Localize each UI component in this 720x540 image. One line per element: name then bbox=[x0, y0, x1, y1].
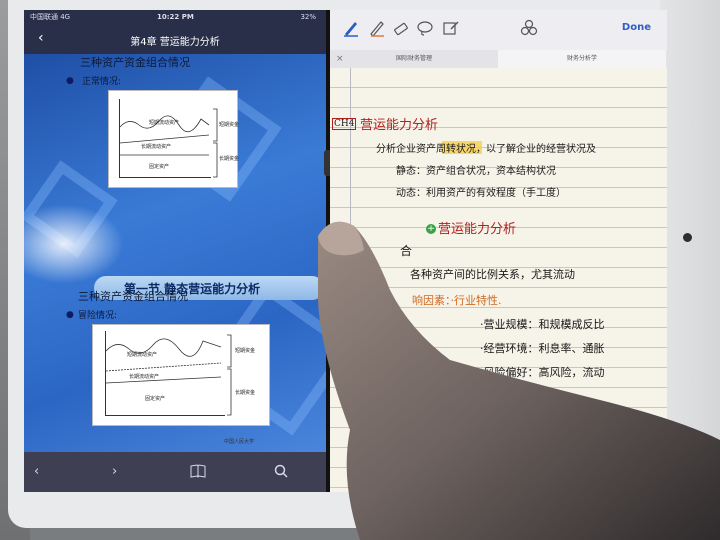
chapter-tag: CH4 bbox=[332, 118, 357, 130]
notes-toolbar: Done bbox=[330, 10, 667, 50]
note-line: 分析企业资产周转状况，以了解企业的经营状况及 bbox=[376, 144, 596, 155]
note-line: 静态：资产组合状况，资本结构状况 bbox=[396, 166, 556, 177]
search-icon[interactable] bbox=[274, 464, 288, 482]
front-camera bbox=[683, 233, 692, 242]
lasso-icon[interactable] bbox=[416, 19, 434, 37]
bullet-icon: ● bbox=[66, 76, 74, 86]
eraser-icon[interactable] bbox=[392, 19, 410, 37]
page-margin-line bbox=[350, 68, 351, 492]
battery-label: 32% bbox=[300, 13, 316, 21]
pdf-bottom-toolbar: ‹ › bbox=[24, 452, 326, 492]
note-line: ·营业规模：和规模成反比 bbox=[480, 318, 605, 331]
chart-label: 固定资产 bbox=[149, 164, 170, 170]
chart-label: 固定资产 bbox=[145, 396, 166, 402]
slide-bullet-label: 冒险情况: bbox=[78, 311, 118, 321]
pen-icon[interactable] bbox=[342, 19, 360, 37]
note-line: 各种资产间的比例关系，尤其流动 bbox=[410, 268, 575, 281]
note-line: 响因素：·行业特性. bbox=[412, 294, 502, 307]
notes-tabs: × 国际财务管理 × 财务分析学 bbox=[330, 50, 667, 69]
chart-label: 短期流动资产 bbox=[127, 352, 158, 358]
chart-label: 短期资金 bbox=[235, 348, 256, 354]
chart-label: 长期资金 bbox=[235, 390, 256, 396]
pdf-nav-bar: ‹ 第4章 营运能力分析 bbox=[24, 24, 326, 54]
back-arrow-icon[interactable]: ‹ bbox=[34, 464, 39, 479]
light-glare bbox=[24, 204, 124, 284]
tablet-bezel-side bbox=[660, 0, 720, 528]
tablet-screen: 中国联通 4G 10:22 PM 32% ‹ 第4章 营运能力分析 三种资产资金… bbox=[24, 10, 667, 492]
chart-label: 长期资金 bbox=[219, 156, 240, 162]
shapes-icon[interactable] bbox=[520, 19, 538, 37]
document-title: 第4章 营运能力分析 bbox=[130, 37, 220, 48]
edit-icon[interactable] bbox=[442, 19, 460, 37]
tab-international-finance[interactable]: 国际财务管理 bbox=[330, 50, 498, 68]
status-bar: 中国联通 4G 10:22 PM 32% bbox=[24, 10, 326, 24]
note-line: 合 bbox=[400, 244, 413, 258]
asset-chart-normal: 短期流动资产 长期流动资产 固定资产 短期资金 长期资金 bbox=[108, 90, 240, 188]
page-footer: 中国人民大学 bbox=[224, 439, 255, 445]
slide-bullet-label: 正常情况: bbox=[82, 77, 122, 87]
asset-chart-risky: 短期流动资产 长期流动资产 固定资产 短期资金 长期资金 bbox=[92, 324, 270, 426]
note-line: ·风险偏好：高风险，流动 bbox=[480, 366, 605, 379]
chart-label: 短期流动资产 bbox=[149, 120, 180, 126]
section-title: 营运能力分析 bbox=[438, 222, 517, 237]
chart-label: 长期流动资产 bbox=[141, 144, 172, 150]
add-icon[interactable]: + bbox=[426, 224, 436, 234]
forward-arrow-icon[interactable]: › bbox=[112, 464, 117, 479]
note-line: 动态：利用资产的有效程度（手工度） bbox=[396, 188, 566, 199]
slide-heading: 三种资产资金组合情况 bbox=[78, 290, 188, 303]
chapter-title: 营运能力分析 bbox=[360, 118, 439, 133]
tab-financial-analysis[interactable]: 财务分析学 bbox=[498, 50, 666, 68]
pdf-viewer-app: 中国联通 4G 10:22 PM 32% ‹ 第4章 营运能力分析 三种资产资金… bbox=[24, 10, 326, 492]
slide-heading: 三种资产资金组合情况 bbox=[80, 56, 190, 69]
notes-app: Done × 国际财务管理 × 财务分析学 CH4 营运能力分析 分析企业资产周… bbox=[330, 10, 667, 492]
clock-label: 10:22 PM bbox=[157, 13, 194, 21]
bullet-icon: ● bbox=[66, 310, 74, 320]
pdf-page[interactable]: 三种资产资金组合情况 ● 正常情况: 短期流动资产 长期流动资产 固定资产 短期… bbox=[24, 54, 326, 452]
book-icon[interactable] bbox=[190, 464, 206, 482]
done-button[interactable]: Done bbox=[622, 22, 651, 33]
chart-label: 长期流动资产 bbox=[129, 374, 160, 380]
carrier-label: 中国联通 4G bbox=[30, 13, 71, 21]
note-line: ·经营环境：利息率、通胀 bbox=[480, 342, 605, 355]
chart-label: 短期资金 bbox=[219, 122, 240, 128]
pencil-icon[interactable] bbox=[368, 19, 386, 37]
